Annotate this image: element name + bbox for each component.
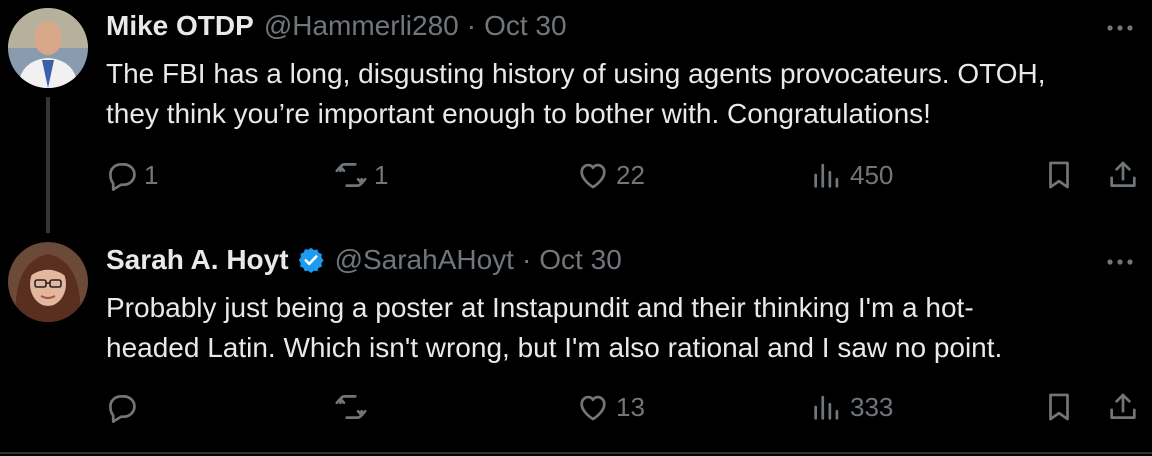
tweet-text-line: headed Latin. Which isn't wrong, but I'm… (106, 332, 1003, 363)
like-count: 22 (616, 159, 645, 190)
author-name[interactable]: Sarah A. Hoyt (106, 244, 289, 276)
views-count: 333 (850, 391, 894, 422)
separator-dot: · (466, 10, 477, 41)
bookmark-button[interactable] (1042, 158, 1076, 192)
share-button[interactable] (1106, 390, 1140, 424)
views-button[interactable]: 333 (810, 390, 893, 424)
tweet-date[interactable]: Oct 30 (484, 10, 566, 42)
verified-badge-icon[interactable] (297, 246, 325, 274)
tweet-text-line: they think you’re important enough to bo… (106, 98, 931, 129)
share-icon (1110, 161, 1136, 187)
repost-count: 1 (374, 159, 389, 190)
reply-button[interactable] (104, 390, 144, 424)
bookmark-icon (1049, 161, 1069, 189)
like-icon (580, 163, 606, 189)
like-icon (580, 395, 606, 421)
tweet-date[interactable]: Oct 30 (539, 244, 621, 276)
like-button[interactable]: 13 (576, 390, 645, 424)
repost-button[interactable] (334, 390, 374, 424)
views-icon (814, 395, 839, 420)
tweet-header: Mike OTDP @Hammerli280 · Oct 30 (106, 10, 567, 42)
views-count: 450 (850, 159, 894, 190)
tweet-1[interactable]: Mike OTDP @Hammerli280 · Oct 30 The FBI … (0, 0, 1152, 233)
repost-button[interactable]: 1 (334, 158, 388, 192)
like-button[interactable]: 22 (576, 158, 645, 192)
share-button[interactable] (1106, 158, 1140, 192)
avatar-mike[interactable] (8, 8, 88, 88)
author-name[interactable]: Mike OTDP (106, 10, 254, 42)
tweet-text: Probably just being a poster at Instapun… (106, 288, 1136, 368)
tweet-2[interactable]: Sarah A. Hoyt @SarahAHoyt · Oct 30 Proba… (0, 232, 1152, 452)
repost-icon (335, 395, 367, 419)
tweet-header: Sarah A. Hoyt @SarahAHoyt · Oct 30 (106, 244, 622, 276)
views-button[interactable]: 450 (810, 158, 893, 192)
views-icon (814, 163, 839, 188)
reply-button[interactable]: 1 (104, 158, 158, 192)
reply-icon (109, 163, 136, 191)
tweet-text: The FBI has a long, disgusting history o… (106, 54, 1136, 134)
tweet-text-line: Probably just being a poster at Instapun… (106, 292, 974, 323)
more-icon[interactable] (1100, 16, 1140, 40)
like-count: 13 (616, 391, 645, 422)
reply-icon (109, 395, 136, 423)
author-handle[interactable]: @SarahAHoyt (335, 244, 514, 276)
divider (0, 452, 1152, 454)
share-icon (1110, 393, 1136, 419)
more-icon[interactable] (1100, 250, 1140, 274)
bookmark-button[interactable] (1042, 390, 1076, 424)
repost-icon (335, 163, 367, 187)
avatar-sarah[interactable] (8, 242, 88, 322)
separator-dot: · (521, 244, 532, 275)
thread-connector-line (46, 97, 50, 233)
author-handle[interactable]: @Hammerli280 (264, 10, 459, 42)
bookmark-icon (1049, 393, 1069, 421)
tweet-text-line: The FBI has a long, disgusting history o… (106, 58, 1046, 89)
action-bar: 1 1 22 450 (104, 158, 1144, 198)
reply-count: 1 (144, 159, 159, 190)
action-bar: 13 333 (104, 390, 1144, 430)
